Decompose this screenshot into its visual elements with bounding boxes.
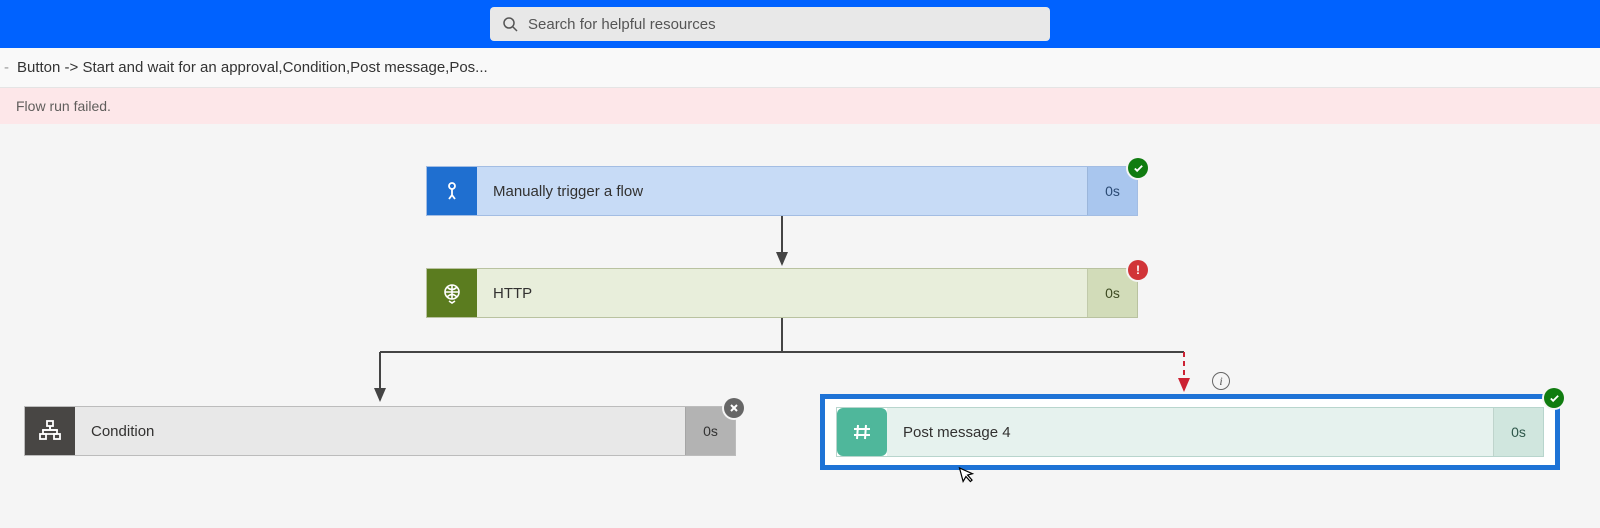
flow-canvas[interactable]: Manually trigger a flow 0s HTTP 0s ! i bbox=[0, 124, 1600, 528]
status-badge-cancelled bbox=[724, 398, 744, 418]
condition-icon bbox=[25, 407, 75, 455]
card-http[interactable]: HTTP 0s bbox=[426, 268, 1138, 318]
touch-icon bbox=[427, 167, 477, 215]
card-condition-label: Condition bbox=[75, 407, 685, 455]
card-trigger[interactable]: Manually trigger a flow 0s bbox=[426, 166, 1138, 216]
breadcrumb-dash: - bbox=[4, 59, 9, 76]
error-banner: Flow run failed. bbox=[0, 88, 1600, 124]
card-post-label: Post message 4 bbox=[887, 408, 1493, 456]
hash-icon bbox=[837, 408, 887, 456]
card-post-duration: 0s bbox=[1493, 408, 1543, 456]
card-http-label: HTTP bbox=[477, 269, 1087, 317]
card-trigger-label: Manually trigger a flow bbox=[477, 167, 1087, 215]
info-icon[interactable]: i bbox=[1212, 372, 1230, 390]
breadcrumb-row: - Button -> Start and wait for an approv… bbox=[0, 48, 1600, 88]
search-box[interactable]: Search for helpful resources bbox=[490, 7, 1050, 41]
top-bar: Search for helpful resources bbox=[0, 0, 1600, 48]
error-text: Flow run failed. bbox=[16, 98, 111, 114]
search-icon bbox=[502, 16, 518, 32]
status-badge-error: ! bbox=[1128, 260, 1148, 280]
card-condition[interactable]: Condition 0s bbox=[24, 406, 736, 456]
card-post-selection: Post message 4 0s bbox=[820, 394, 1560, 470]
card-post-message[interactable]: Post message 4 0s bbox=[836, 407, 1544, 457]
breadcrumb-text[interactable]: Button -> Start and wait for an approval… bbox=[17, 59, 488, 76]
status-badge-success bbox=[1128, 158, 1148, 178]
status-badge-success bbox=[1544, 388, 1564, 408]
globe-icon bbox=[427, 269, 477, 317]
search-placeholder: Search for helpful resources bbox=[528, 16, 716, 33]
